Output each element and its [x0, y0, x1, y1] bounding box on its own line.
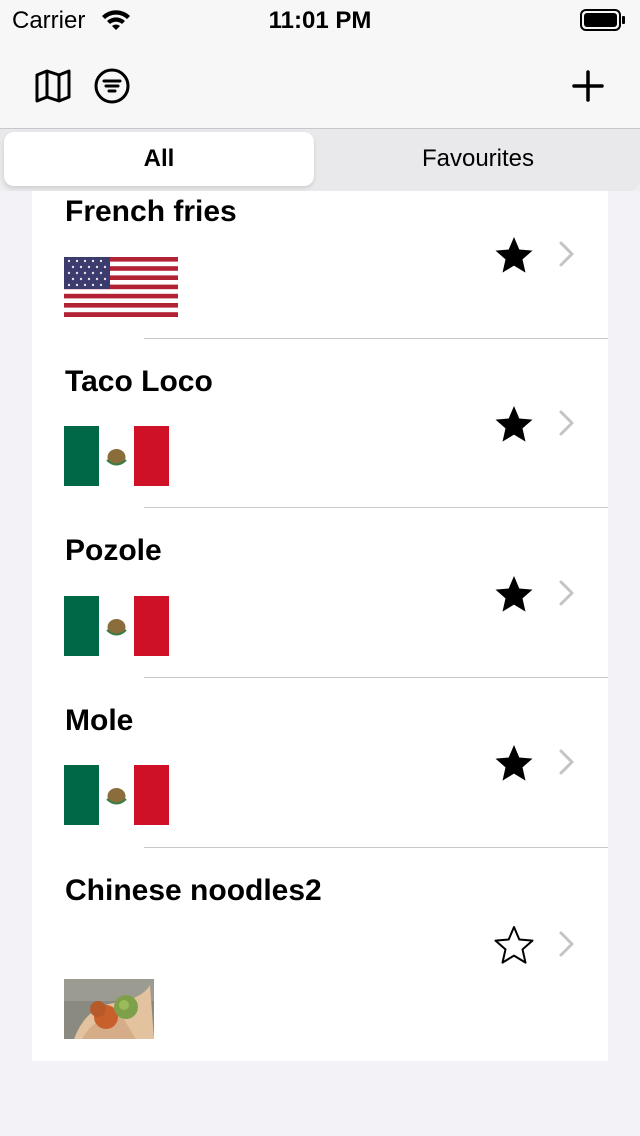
- dish-title: Chinese noodles2: [65, 874, 322, 907]
- filter-icon: [94, 68, 130, 104]
- chevron-right-icon: [559, 410, 574, 436]
- chevron-right-icon: [559, 931, 574, 957]
- star-filled-icon[interactable]: [494, 574, 534, 614]
- list-item[interactable]: Pozole: [32, 508, 608, 677]
- chevron-right-icon: [559, 580, 574, 606]
- segmented-control: All Favourites: [0, 129, 640, 191]
- list-item[interactable]: Chinese noodles2: [32, 848, 608, 1061]
- dish-title: French fries: [65, 195, 237, 228]
- status-time: 11:01 PM: [268, 7, 372, 34]
- flag-mexico-icon: [64, 426, 169, 486]
- flag-mexico-icon: [64, 765, 169, 825]
- dish-title: Taco Loco: [65, 365, 213, 398]
- segmented-control-track: All Favourites: [0, 129, 640, 191]
- filter-button[interactable]: [92, 66, 132, 106]
- map-icon: [35, 69, 71, 103]
- chevron-right-icon: [559, 241, 574, 267]
- map-button[interactable]: [33, 66, 73, 106]
- dish-title: Mole: [65, 704, 134, 737]
- plus-icon: [572, 70, 604, 102]
- battery-icon: [580, 9, 625, 31]
- star-filled-icon[interactable]: [494, 404, 534, 444]
- flag-usa-icon: [64, 257, 178, 317]
- list-item[interactable]: Mole: [32, 678, 608, 847]
- star-filled-icon[interactable]: [494, 235, 534, 275]
- chevron-right-icon: [559, 749, 574, 775]
- dish-title: Pozole: [65, 534, 162, 567]
- status-bar: Carrier 11:01 PM: [0, 0, 640, 40]
- segment-all[interactable]: All: [4, 132, 314, 186]
- star-filled-icon[interactable]: [494, 743, 534, 783]
- list-item[interactable]: French fries: [32, 191, 608, 338]
- food-photo: [64, 979, 154, 1039]
- dish-list: French fries Taco Loco Pozole Mole Chine…: [32, 191, 608, 1061]
- flag-mexico-icon: [64, 596, 169, 656]
- add-button[interactable]: [568, 66, 608, 106]
- segment-favourites[interactable]: Favourites: [320, 132, 636, 186]
- star-outline-icon[interactable]: [494, 925, 534, 965]
- list-item[interactable]: Taco Loco: [32, 339, 608, 508]
- navigation-bar: [0, 40, 640, 129]
